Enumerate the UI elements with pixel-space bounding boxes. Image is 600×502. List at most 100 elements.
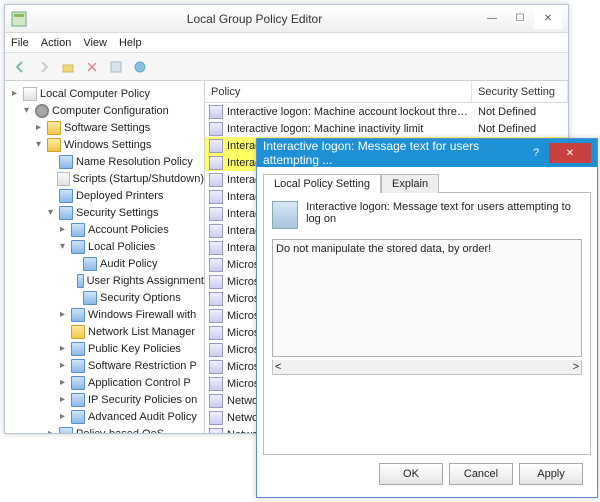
tree-node[interactable]: ▸Policy-based QoS xyxy=(5,425,204,433)
policy-row[interactable]: Interactive logon: Machine account locko… xyxy=(205,103,568,120)
tree-node[interactable]: ▾Windows Settings xyxy=(5,136,204,153)
tree-node[interactable]: Security Options xyxy=(5,289,204,306)
scroll-right-icon[interactable]: > xyxy=(573,361,579,373)
tree-node[interactable]: Deployed Printers xyxy=(5,187,204,204)
tree-node[interactable]: Network List Manager xyxy=(5,323,204,340)
ok-button[interactable]: OK xyxy=(379,463,443,485)
tree-node[interactable]: ▾ Computer Configuration xyxy=(5,102,204,119)
expand-icon[interactable]: ▾ xyxy=(57,241,68,252)
cancel-button[interactable]: Cancel xyxy=(449,463,513,485)
expand-icon[interactable]: ▸ xyxy=(57,343,68,354)
message-text-input[interactable] xyxy=(272,239,582,357)
tree-node[interactable]: Scripts (Startup/Shutdown) xyxy=(5,170,204,187)
tree-label: Local Computer Policy xyxy=(40,88,150,100)
app-icon xyxy=(11,11,27,27)
folder-icon xyxy=(71,325,85,339)
tree-node[interactable]: User Rights Assignment xyxy=(5,272,204,289)
policy-item-icon xyxy=(209,139,223,153)
tree-label: Software Settings xyxy=(64,122,150,134)
folder-icon xyxy=(59,189,73,203)
expand-icon[interactable]: ▸ xyxy=(45,428,56,433)
policy-item-icon xyxy=(209,309,223,323)
tree-node[interactable]: ▸IP Security Policies on xyxy=(5,391,204,408)
tree-node[interactable]: ▸Software Restriction P xyxy=(5,357,204,374)
expand-icon[interactable]: ▾ xyxy=(21,105,32,116)
tree-node[interactable]: ▸ Account Policies xyxy=(5,221,204,238)
header-security[interactable]: Security Setting xyxy=(472,81,568,102)
dialog-help-button[interactable]: ? xyxy=(523,147,549,159)
apply-button[interactable]: Apply xyxy=(519,463,583,485)
refresh-button[interactable] xyxy=(81,56,103,78)
policy-row[interactable]: Interactive logon: Machine inactivity li… xyxy=(205,120,568,137)
policy-item-icon xyxy=(209,258,223,272)
menu-view[interactable]: View xyxy=(83,37,107,49)
tree-label: Application Control P xyxy=(88,377,191,389)
tree-node[interactable]: ▸ Local Computer Policy xyxy=(5,85,204,102)
policy-item-icon xyxy=(209,275,223,289)
scroll-icon xyxy=(57,172,69,186)
tree-label: Scripts (Startup/Shutdown) xyxy=(73,173,204,185)
tree-label: Account Policies xyxy=(88,224,169,236)
window-title: Local Group Policy Editor xyxy=(31,12,478,26)
titlebar[interactable]: Local Group Policy Editor — ☐ ✕ xyxy=(5,5,568,33)
tree-node[interactable]: Name Resolution Policy xyxy=(5,153,204,170)
menu-file[interactable]: File xyxy=(11,37,29,49)
tree-node[interactable]: ▾ Security Settings xyxy=(5,204,204,221)
menu-action[interactable]: Action xyxy=(41,37,72,49)
scroll-left-icon[interactable]: < xyxy=(275,361,281,373)
tree-label: Windows Firewall with xyxy=(88,309,196,321)
tree-node[interactable]: ▸ Application Control P xyxy=(5,374,204,391)
folder-icon xyxy=(71,393,85,407)
back-button[interactable] xyxy=(9,56,31,78)
tab-local-policy-setting[interactable]: Local Policy Setting xyxy=(263,174,381,193)
policy-item-icon xyxy=(209,156,223,170)
up-button[interactable] xyxy=(57,56,79,78)
tree-label: Computer Configuration xyxy=(52,105,169,117)
dialog-titlebar[interactable]: Interactive logon: Message text for user… xyxy=(257,139,597,167)
expand-icon[interactable]: ▸ xyxy=(9,88,20,99)
expand-icon[interactable]: ▸ xyxy=(57,224,68,235)
menu-help[interactable]: Help xyxy=(119,37,142,49)
close-button[interactable]: ✕ xyxy=(534,9,562,29)
textarea-scrollbar[interactable]: < > xyxy=(272,360,582,375)
tree-node[interactable]: ▾Local Policies xyxy=(5,238,204,255)
header-policy[interactable]: Policy xyxy=(205,81,472,102)
tab-explain[interactable]: Explain xyxy=(381,174,439,193)
expand-icon[interactable]: ▾ xyxy=(45,207,56,218)
tree-view[interactable]: ▸ Local Computer Policy ▾ Computer Configur… xyxy=(5,81,205,433)
tree-node[interactable]: ▸ Software Settings xyxy=(5,119,204,136)
menubar: File Action View Help xyxy=(5,33,568,53)
dialog-close-button[interactable]: ✕ xyxy=(549,143,591,163)
tree-node[interactable]: Audit Policy xyxy=(5,255,204,272)
policy-item-icon xyxy=(209,428,223,434)
folder-icon xyxy=(59,427,73,434)
folder-icon xyxy=(47,121,61,135)
gear-icon xyxy=(35,104,49,118)
expand-icon[interactable]: ▸ xyxy=(57,360,68,371)
properties-button[interactable] xyxy=(105,56,127,78)
policy-item-icon xyxy=(209,326,223,340)
policy-item-icon xyxy=(209,343,223,357)
expand-icon[interactable]: ▾ xyxy=(33,139,44,150)
maximize-button[interactable]: ☐ xyxy=(506,9,534,29)
forward-button[interactable] xyxy=(33,56,55,78)
tree-label: Security Settings xyxy=(76,207,159,219)
tree-node[interactable]: ▸ Windows Firewall with xyxy=(5,306,204,323)
minimize-button[interactable]: — xyxy=(478,9,506,29)
expand-icon[interactable]: ▸ xyxy=(57,377,68,388)
folder-icon xyxy=(71,240,85,254)
tree-node[interactable]: ▸Public Key Policies xyxy=(5,340,204,357)
policy-icon xyxy=(272,201,298,229)
tree-node[interactable]: ▸Advanced Audit Policy xyxy=(5,408,204,425)
expand-icon[interactable]: ▸ xyxy=(57,394,68,405)
policy-item-icon xyxy=(209,377,223,391)
dialog-tabs: Local Policy Setting Explain xyxy=(263,173,591,192)
folder-icon xyxy=(71,342,85,356)
tree-label: Audit Policy xyxy=(100,258,157,270)
folder-icon xyxy=(83,257,97,271)
help-button[interactable] xyxy=(129,56,151,78)
expand-icon[interactable]: ▸ xyxy=(57,309,68,320)
expand-icon[interactable]: ▸ xyxy=(57,411,68,422)
expand-icon[interactable]: ▸ xyxy=(33,122,44,133)
properties-dialog: Interactive logon: Message text for user… xyxy=(256,138,598,498)
